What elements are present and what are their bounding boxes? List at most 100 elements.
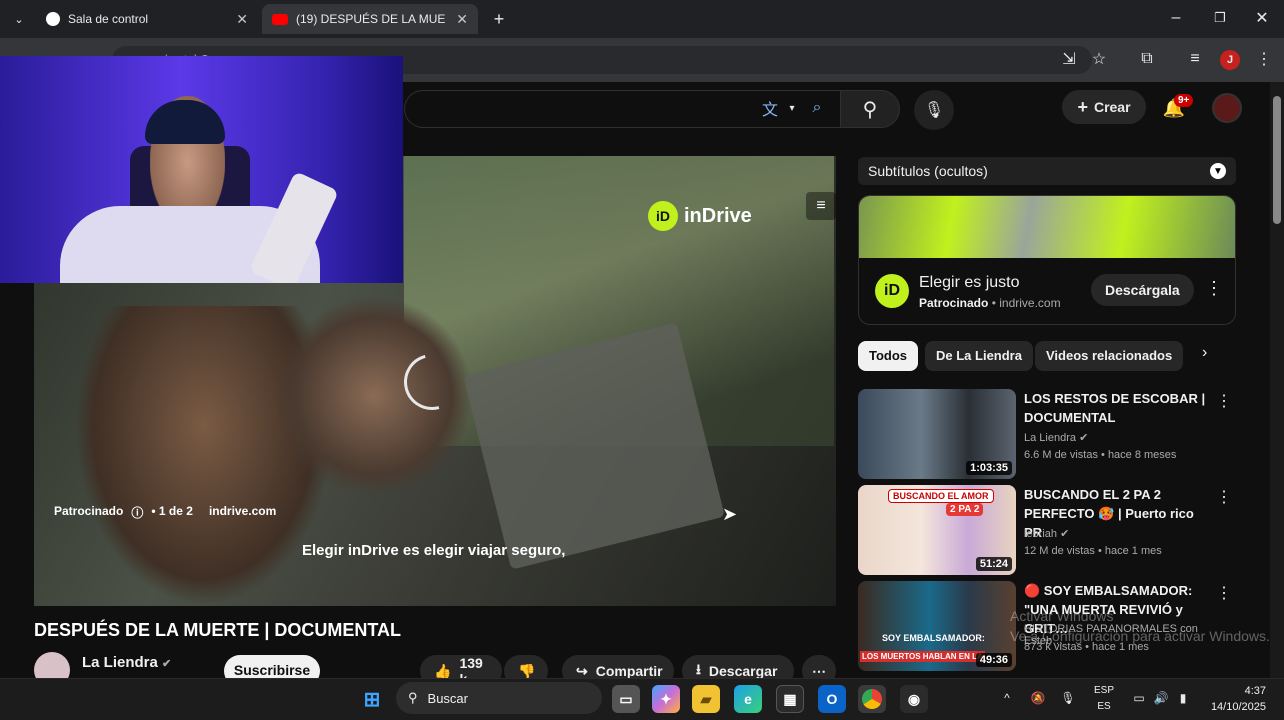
- duration-badge: 51:24: [975, 557, 1012, 571]
- ad-sponsored-label: Patrocinado: [919, 296, 989, 310]
- voice-search-button[interactable]: 🎙: [914, 90, 954, 130]
- obs-studio-icon[interactable]: ◉: [900, 685, 928, 713]
- ad-info-overlay: Patrocinado ⓘ • 1 de 2 indrive.com: [54, 504, 276, 521]
- ad-meta: Patrocinado • indrive.com: [919, 296, 1061, 310]
- kebab-menu-icon[interactable]: ⋮: [1216, 583, 1232, 603]
- brand-name: inDrive: [684, 204, 752, 227]
- screen-search-icon[interactable]: ⌕: [806, 98, 828, 118]
- taskbar-search-placeholder: Buscar: [427, 690, 468, 706]
- chevron-up-icon[interactable]: ^: [998, 688, 1016, 708]
- microsoft-store-icon[interactable]: ▦: [776, 685, 804, 713]
- file-explorer-icon[interactable]: ▰: [692, 685, 720, 713]
- streamer-webcam-overlay: [0, 56, 403, 283]
- video-caption: Elegir inDrive es elegir viajar seguro,: [302, 542, 566, 559]
- task-view-icon[interactable]: ▭: [612, 685, 640, 713]
- edge-browser-icon[interactable]: e: [734, 685, 762, 713]
- profile-avatar[interactable]: J: [1220, 50, 1240, 70]
- system-clock[interactable]: 4:37 14/10/2025: [1204, 683, 1266, 715]
- kebab-menu-icon[interactable]: ⋮: [1216, 487, 1232, 507]
- sidebar-ad-card[interactable]: iD Elegir es justo Patrocinado • indrive…: [858, 195, 1236, 325]
- info-icon[interactable]: ⓘ: [131, 504, 143, 521]
- search-icon: ⚲: [862, 98, 878, 121]
- account-avatar[interactable]: [1212, 93, 1242, 123]
- chip-videos-relacionados[interactable]: Videos relacionados: [1035, 341, 1184, 371]
- ad-counter: • 1 de 2: [151, 504, 193, 518]
- volume-icon[interactable]: 🔊: [1152, 688, 1170, 708]
- close-tab-icon[interactable]: ✕: [236, 11, 248, 28]
- chrome-taskbar-icon[interactable]: [858, 685, 886, 713]
- tab-label: (19) DESPUÉS DE LA MUERTE |: [296, 12, 446, 26]
- rec-channel: La Liendra ✔: [1024, 431, 1088, 444]
- watermark-line1: Activar Windows: [1010, 608, 1114, 624]
- microphone-icon[interactable]: 🎙: [1058, 688, 1078, 708]
- rec-title: LOS RESTOS DE ESCOBAR | DOCUMENTAL: [1024, 391, 1206, 425]
- tab-search-icon[interactable]: ⌄: [8, 8, 30, 30]
- more-horizontal-icon: ⋯: [812, 662, 826, 679]
- extensions-icon[interactable]: ⧉: [1136, 48, 1158, 70]
- install-app-icon[interactable]: ⇲: [1058, 48, 1080, 70]
- kebab-menu-icon[interactable]: ⋮: [1216, 391, 1232, 411]
- tab-youtube-video[interactable]: (19) DESPUÉS DE LA MUERTE | ✕: [262, 4, 478, 34]
- clock-time: 4:37: [1244, 685, 1266, 697]
- clock-date: 14/10/2025: [1210, 701, 1266, 713]
- windows-activation-watermark: Activar Windows Ve a Configuración para …: [1010, 606, 1270, 646]
- bookmark-star-icon[interactable]: ☆: [1088, 48, 1110, 70]
- copilot-icon[interactable]: ✦: [652, 685, 680, 713]
- outlook-icon[interactable]: O: [818, 685, 846, 713]
- video-thumbnail: BUSCANDO EL AMOR 2 PA 2 51:24: [858, 485, 1016, 575]
- kebab-menu-icon[interactable]: ⋮: [1205, 278, 1223, 299]
- maximize-icon[interactable]: ❐: [1210, 8, 1230, 28]
- verified-check-icon: ✔: [162, 658, 172, 670]
- thumb-overlay-text: BUSCANDO EL AMOR: [888, 489, 994, 503]
- chip-todos[interactable]: Todos: [858, 341, 919, 371]
- subtitles-label: Subtítulos (ocultos): [868, 163, 988, 179]
- list-item[interactable]: BUSCANDO EL AMOR 2 PA 2 51:24 BUSCANDO E…: [858, 485, 1236, 575]
- tab-sala-de-control[interactable]: Sala de control ✕: [36, 4, 258, 34]
- language-code: ESP: [1093, 685, 1114, 696]
- taskbar-search-box[interactable]: ⚲ Buscar: [396, 682, 602, 714]
- chrome-favicon-icon: [46, 12, 60, 26]
- duration-badge: 49:36: [975, 653, 1012, 667]
- channel-name[interactable]: La Liendra ✔: [82, 654, 171, 671]
- rec-meta: 12 M de vistas • hace 1 mes: [1024, 545, 1162, 557]
- ad-cta-button[interactable]: Descárgala: [1091, 274, 1194, 306]
- close-tab-icon[interactable]: ✕: [456, 11, 468, 28]
- chevron-down-icon: ▼: [1210, 163, 1226, 179]
- search-icon: ⚲: [408, 690, 418, 705]
- network-icon[interactable]: ▭: [1130, 688, 1148, 708]
- ad-domain: indrive.com: [999, 296, 1061, 310]
- video-thumbnail: 1:03:35: [858, 389, 1016, 479]
- indrive-logo-icon: iD: [875, 274, 909, 308]
- chevron-right-icon[interactable]: ›: [1202, 344, 1207, 362]
- minimize-icon[interactable]: –: [1166, 8, 1186, 28]
- keyboard-layout: ES: [1097, 701, 1111, 712]
- ad-brand-watermark: iD inDrive: [648, 201, 752, 231]
- language-indicator[interactable]: ESP ES: [1092, 683, 1116, 715]
- ad-domain-link[interactable]: indrive.com: [209, 504, 276, 521]
- scrollbar-thumb[interactable]: [1273, 96, 1281, 224]
- new-tab-icon[interactable]: +: [488, 8, 510, 30]
- chevron-down-icon[interactable]: ▾: [786, 98, 798, 118]
- list-item[interactable]: 1:03:35 LOS RESTOS DE ESCOBAR | DOCUMENT…: [858, 389, 1236, 479]
- notification-count-badge: 9+: [1174, 94, 1194, 107]
- chip-de-la-liendra[interactable]: De La Liendra: [925, 341, 1033, 371]
- media-control-icon[interactable]: ≡: [1184, 48, 1206, 70]
- download-label: Descargar: [708, 663, 778, 679]
- duration-badge: 1:03:35: [966, 461, 1012, 475]
- battery-icon[interactable]: ▮: [1174, 688, 1192, 708]
- rec-channel-text: lebriah: [1024, 528, 1058, 540]
- tab-label: Sala de control: [68, 12, 149, 26]
- browser-menu-icon[interactable]: ⋮: [1254, 48, 1274, 70]
- thumb-overlay-text: SOY EMBALSAMADOR:: [882, 633, 985, 643]
- close-window-icon[interactable]: ✕: [1252, 8, 1272, 28]
- player-menu-icon[interactable]: ≡: [806, 192, 836, 220]
- windows-start-icon[interactable]: ⊞: [358, 685, 386, 713]
- notifications-off-icon[interactable]: 🔕: [1028, 688, 1048, 708]
- search-button[interactable]: ⚲: [840, 90, 900, 128]
- rec-channel: lebriah ✔: [1024, 527, 1069, 540]
- subtitles-dropdown[interactable]: Subtítulos (ocultos) ▼: [858, 157, 1236, 185]
- translate-icon[interactable]: 文: [760, 98, 780, 119]
- microphone-icon: 🎙: [923, 102, 945, 119]
- share-label: Compartir: [595, 663, 663, 679]
- create-button[interactable]: + Crear: [1062, 90, 1146, 124]
